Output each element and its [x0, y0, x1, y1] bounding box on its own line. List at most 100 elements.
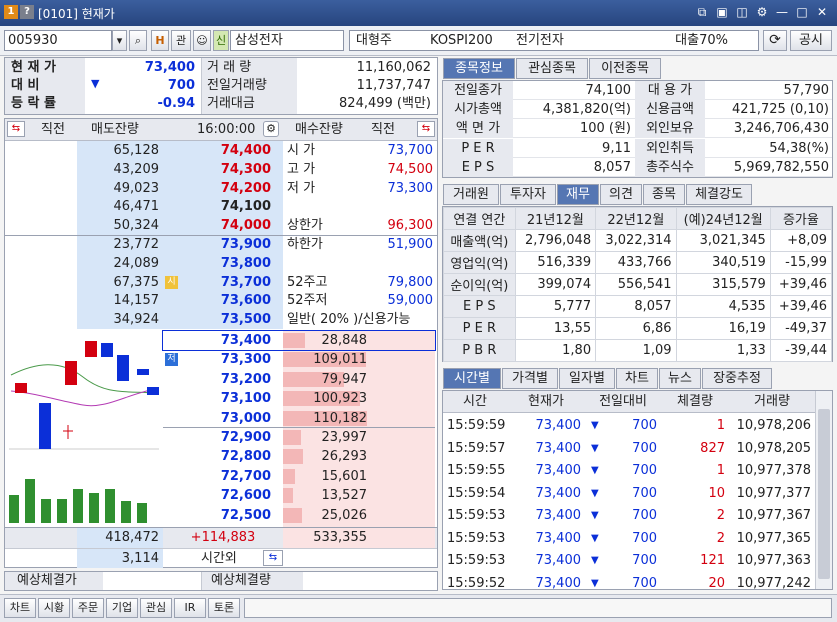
bottom-button[interactable]: 주문 — [72, 598, 104, 618]
search-button[interactable]: ⌕ — [129, 30, 147, 51]
h-button[interactable]: H — [151, 30, 169, 51]
close-icon[interactable]: ✕ — [815, 4, 829, 20]
ask-price[interactable]: 74,100 — [163, 197, 271, 216]
after-hours-swap-icon[interactable]: ⇆ — [263, 550, 283, 566]
fin-row-label: E P S — [443, 295, 516, 318]
ask-price[interactable]: 74,200 — [163, 179, 271, 198]
trade-price: 73,400 — [535, 440, 582, 456]
tab-fin_tabs[interactable]: 재무 — [557, 184, 599, 205]
notice-button[interactable]: 공시 — [790, 30, 832, 51]
tab-fin_tabs[interactable]: 거래원 — [443, 184, 499, 205]
orderbook-settings-icon[interactable]: ⚙ — [263, 121, 279, 137]
down-arrow-icon: ▼ — [591, 510, 599, 521]
ask-price[interactable]: 74,300 — [163, 160, 271, 179]
trades-scrollbar[interactable] — [815, 391, 832, 589]
ask-qty: 46,471 — [113, 199, 160, 215]
tab-fin_tabs[interactable]: 체결강도 — [686, 184, 752, 205]
ask-info-label: 일반( 20% )/신용가능 — [287, 312, 411, 328]
bid-qty: 26,293 — [321, 449, 368, 465]
volume-value: 11,160,062 — [356, 60, 431, 75]
stock-info-row: 액 면 가 100 (원) 외인보유 3,246,706,430 — [443, 119, 832, 139]
tab-fin_tabs[interactable]: 투자자 — [500, 184, 556, 205]
tab-info_tabs[interactable]: 종목정보 — [443, 58, 515, 79]
ask-info-label: 저 가 — [287, 180, 316, 196]
bid-price[interactable]: 72,900 — [163, 428, 271, 447]
info-value: 54,38(%) — [769, 140, 829, 156]
capture-icon[interactable]: ◫ — [735, 4, 749, 20]
minimize-icon[interactable]: — — [775, 4, 789, 20]
bid-price[interactable]: 72,800 — [163, 447, 271, 466]
tab-trade_tabs[interactable]: 뉴스 — [659, 368, 701, 389]
ask-price[interactable]: 73,800 — [163, 254, 271, 273]
trade-qty: 20 — [708, 575, 725, 590]
tab-fin_tabs[interactable]: 종목 — [643, 184, 685, 205]
refresh-button[interactable]: ⟳ — [763, 30, 787, 51]
swap-right-icon[interactable]: ⇆ — [417, 121, 435, 137]
ask-info-value: 59,000 — [387, 293, 434, 309]
tab-trade_tabs[interactable]: 일자별 — [559, 368, 615, 389]
fin-header: 증가율 — [769, 207, 833, 230]
trade-row: 15:59:52 73,400 ▼ 700 20 10,977,242 — [443, 573, 815, 590]
bid-price[interactable]: 72,700 — [163, 467, 271, 486]
tab-trade_tabs[interactable]: 차트 — [616, 368, 658, 389]
bid-qty: 100,923 — [313, 391, 367, 407]
scrollbar-thumb[interactable] — [818, 409, 830, 579]
ask-price[interactable]: 73,600 — [163, 291, 271, 310]
ask-price[interactable]: 74,400 — [163, 141, 271, 160]
ask-price[interactable]: 73,500 — [163, 310, 271, 329]
bid-price[interactable]: 72,600 — [163, 486, 271, 505]
settings-icon[interactable]: ⚙ — [755, 4, 769, 20]
link-icon[interactable]: ⧉ — [695, 4, 709, 20]
help-badge[interactable]: ? — [20, 5, 34, 19]
stock-code-input[interactable]: 005930 — [4, 30, 112, 51]
print-icon[interactable]: ▣ — [715, 4, 729, 20]
bid-price[interactable]: 73,000 — [163, 409, 271, 428]
ask-price[interactable]: 74,000 — [163, 216, 271, 235]
interest-button[interactable]: 관 — [171, 30, 191, 51]
tab-trade_tabs[interactable]: 장중추정 — [702, 368, 772, 389]
tab-trade_tabs[interactable]: 가격별 — [502, 368, 558, 389]
trade-volume: 10,977,378 — [736, 463, 811, 478]
ask-price[interactable]: 73,700 — [163, 273, 271, 292]
ask-price[interactable]: 73,900 — [163, 235, 271, 254]
trade-price: 73,400 — [535, 418, 582, 433]
info-label: 외인취득 — [635, 138, 705, 158]
size-class: 대형주 — [356, 33, 392, 48]
bottom-button[interactable]: IR — [174, 598, 206, 618]
bid-price[interactable]: 73,200 — [163, 370, 271, 389]
bottom-button[interactable]: 토론 — [208, 598, 240, 618]
bid-price[interactable]: 73,300 — [163, 350, 271, 369]
ask-info-label: 상한가 — [287, 218, 323, 234]
bid-price[interactable]: 73,400 — [163, 331, 271, 350]
ask-qty: 14,157 — [113, 293, 160, 309]
down-arrow-icon: ▼ — [591, 487, 599, 499]
tab-trade_tabs[interactable]: 시간별 — [443, 368, 501, 389]
trade-change: 700 — [632, 575, 657, 590]
trade-time: 15:59:53 — [447, 553, 506, 568]
trade-header: 전일대비 — [599, 394, 647, 409]
financial-table: 연결 연간 21년12월 22년12월 (예)24년12월 증가율 매출액(억) 2,79… — [443, 207, 833, 362]
code-dropdown-icon[interactable]: ▾ — [112, 30, 127, 51]
trade-change: 700 — [632, 508, 657, 523]
swap-left-icon[interactable]: ⇆ — [7, 121, 25, 137]
orderbook-totals: 418,472 +114,883 533,355 — [5, 527, 437, 548]
bid-price[interactable]: 72,500 — [163, 506, 271, 525]
tab-fin_tabs[interactable]: 의견 — [600, 184, 642, 205]
tab-info_tabs[interactable]: 관심종목 — [516, 58, 588, 79]
trade-change: 700 — [632, 485, 657, 501]
bottom-button[interactable]: 기업 — [106, 598, 138, 618]
bottom-button[interactable]: 차트 — [4, 598, 36, 618]
stock-toolbar: 005930 ▾ ⌕ H 관 ☺ 신 삼성전자 대형주 KOSPI200 전기전… — [0, 26, 837, 56]
tab-info_tabs[interactable]: 이전종목 — [589, 58, 661, 79]
trade-qty: 1 — [716, 418, 725, 433]
bid-price[interactable]: 73,100 — [163, 389, 271, 408]
trade-price: 73,400 — [535, 463, 582, 478]
bid-qty: 109,011 — [313, 352, 367, 368]
maximize-icon[interactable]: □ — [795, 4, 809, 20]
bid-row: 73,100 100,923 — [163, 389, 435, 408]
bottom-button[interactable]: 시황 — [38, 598, 70, 618]
info-value: 57,790 — [783, 83, 830, 98]
bottom-button[interactable]: 관심 — [140, 598, 172, 618]
person-icon[interactable]: ☺ — [193, 30, 211, 51]
amount-label: 거래대금 — [207, 96, 255, 111]
